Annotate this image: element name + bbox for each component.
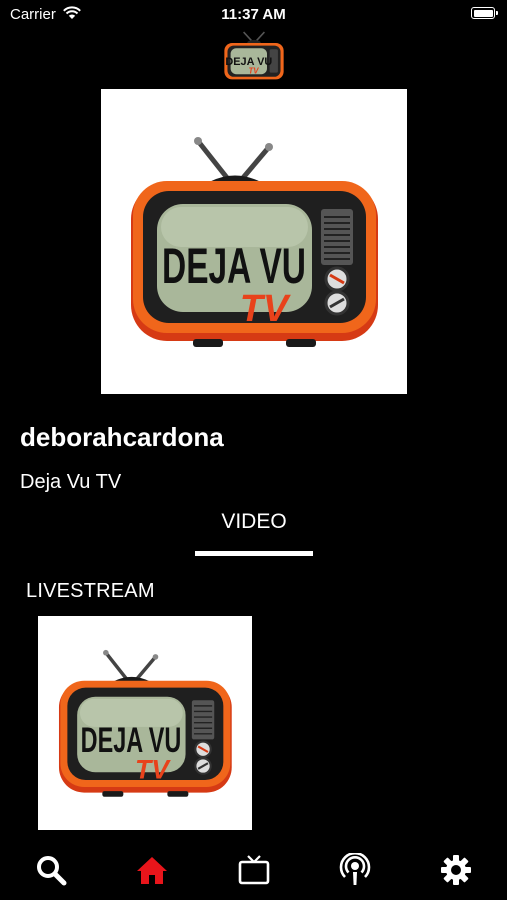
- home-icon: [137, 857, 167, 884]
- channel-title: Deja Vu TV: [20, 471, 122, 493]
- status-time: 11:37 AM: [221, 6, 286, 23]
- thumb-logo-tv: TV: [135, 755, 171, 785]
- tv-icon: [238, 855, 270, 885]
- header-logo: DEJA VU TV: [222, 30, 286, 82]
- header-logo-text: DEJA VU: [225, 56, 272, 68]
- channel-username: deborahcardona: [20, 422, 224, 452]
- channel-cover-image: DEJA VU TV: [101, 89, 407, 394]
- header-logo-tv: TV: [248, 67, 259, 76]
- livestream-thumbnail[interactable]: DEJA VU TV: [38, 616, 252, 830]
- bottom-tab-bar: [0, 842, 507, 900]
- tab-podcast[interactable]: [337, 852, 373, 888]
- battery-icon: [471, 7, 498, 19]
- tab-home[interactable]: [134, 852, 170, 888]
- podcast-icon: [339, 853, 371, 885]
- tab-search[interactable]: [33, 852, 69, 888]
- tab-active-indicator: [195, 551, 313, 556]
- search-icon: [37, 856, 67, 886]
- section-title-livestream: LIVESTREAM: [26, 580, 155, 602]
- hero-logo-tv: TV: [240, 288, 291, 330]
- status-bar: Carrier 11:37 AM: [0, 0, 507, 28]
- hero-logo-text: DEJA VU: [162, 238, 306, 294]
- tab-video[interactable]: VIDEO: [195, 510, 313, 534]
- tab-tv[interactable]: [236, 852, 272, 888]
- gear-icon: [441, 855, 471, 885]
- tab-settings[interactable]: [438, 852, 474, 888]
